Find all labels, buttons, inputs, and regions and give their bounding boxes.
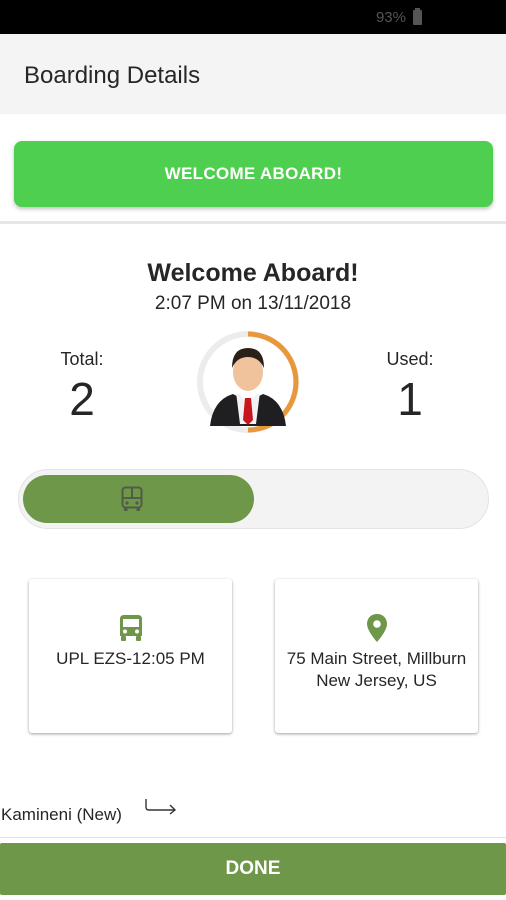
address-text: 75 Main Street, Millburn New Jersey, US	[286, 649, 467, 690]
boarding-timestamp: 2:07 PM on 13/11/2018	[154, 293, 352, 314]
total-label: Total:	[60, 349, 104, 369]
app-bar: Boarding Details	[0, 34, 506, 114]
total-value: 2	[69, 373, 95, 425]
done-button[interactable]: DONE	[0, 843, 506, 895]
divider	[0, 837, 506, 838]
avatar	[197, 331, 299, 433]
battery-icon	[413, 8, 422, 25]
welcome-aboard-button[interactable]: WELCOME ABOARD!	[14, 141, 493, 207]
used-value: 1	[397, 373, 423, 425]
bus-icon	[120, 615, 142, 641]
route-text: UPL EZS-12:05 PM	[56, 649, 205, 668]
page-title: Boarding Details	[24, 62, 201, 89]
bus-icon	[121, 486, 143, 511]
divider	[0, 221, 506, 224]
route-card[interactable]: UPL EZS-12:05 PM	[29, 579, 232, 733]
turn-arrow-icon	[145, 799, 177, 815]
status-bar: 93%	[0, 0, 506, 34]
battery-percentage: 93%	[375, 9, 406, 26]
location-pin-icon	[367, 614, 387, 642]
used-label: Used:	[386, 349, 434, 369]
address-card[interactable]: 75 Main Street, Millburn New Jersey, US	[275, 579, 478, 733]
welcome-heading: Welcome Aboard!	[147, 259, 359, 287]
stop-name: Kamineni (New)	[1, 805, 122, 824]
